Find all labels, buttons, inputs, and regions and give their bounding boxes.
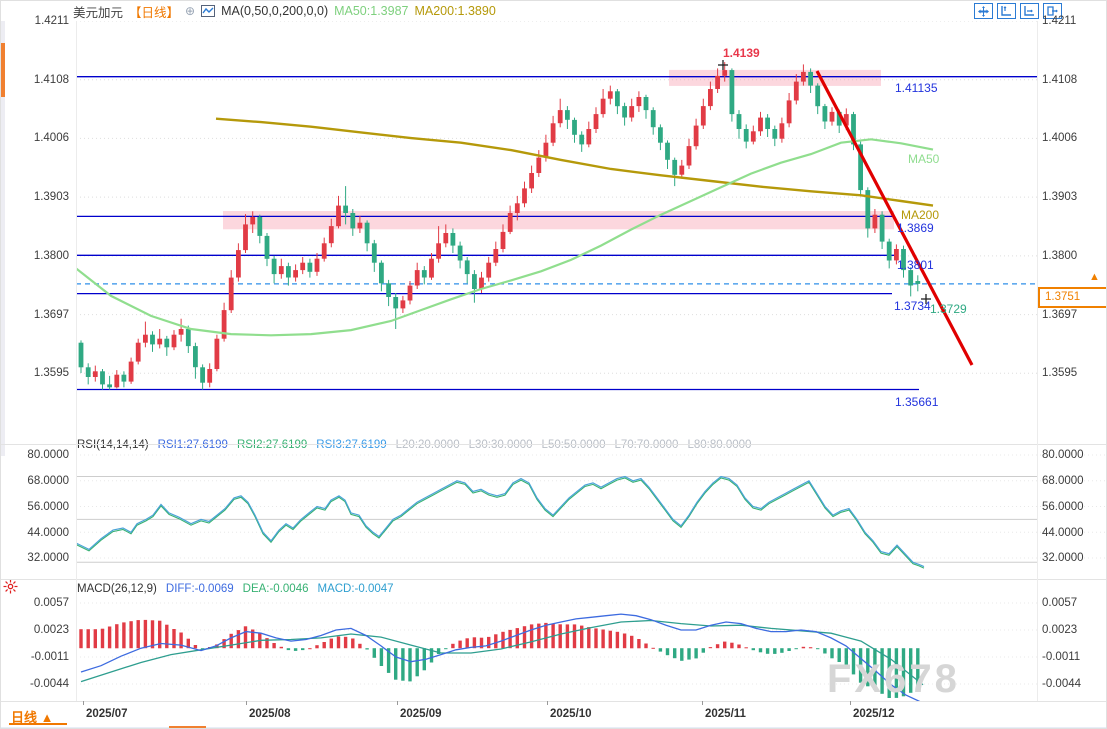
axis-tick-label: 56.0000 — [1042, 501, 1084, 513]
ma-settings-label: MA(0,50,0,200,0,0) — [221, 4, 328, 18]
x-axis-month-label: 2025/11 — [705, 708, 746, 720]
x-axis-month-label: 2025/09 — [400, 708, 442, 720]
axis-tick-label: 1.4108 — [1042, 74, 1077, 86]
axis-tick-label: 1.3697 — [1042, 309, 1077, 321]
support2-label: 1.3801 — [897, 258, 934, 272]
rsi-panel-canvas[interactable] — [76, 448, 1106, 578]
axis-tick-label: 1.3800 — [7, 250, 69, 262]
axis-tick-label: 0.0057 — [1042, 597, 1077, 609]
peak-price-label: 1.4139 — [723, 46, 760, 60]
axis-tick-label: 80.0000 — [7, 449, 69, 461]
chart-app: 美元加元 【日线】 ⊕ MA(0,50,0,200,0,0) MA50:1.39… — [0, 0, 1107, 729]
axis-tick-label: 1.4006 — [1042, 132, 1077, 144]
axis-tick-label: 80.0000 — [1042, 449, 1084, 461]
rsi-l20: L20:20.0000 — [396, 439, 460, 451]
macd-diff-value: DIFF:-0.0069 — [166, 583, 234, 595]
divider — [1, 701, 1107, 702]
x-axis-month-label: 2025/08 — [249, 708, 291, 720]
axis-tick-label: 1.3697 — [7, 309, 69, 321]
y-axis-zoom-icon[interactable] — [997, 3, 1016, 19]
axis-tick-label: -0.0011 — [1042, 651, 1080, 663]
left-scrollbar-thumb[interactable] — [1, 43, 5, 97]
chart-header: 美元加元 【日线】 ⊕ MA(0,50,0,200,0,0) MA50:1.39… — [73, 3, 496, 19]
timeframe-tab-underline — [9, 723, 67, 725]
axis-tick-label: 1.4211 — [7, 15, 69, 27]
divider — [1037, 21, 1038, 701]
macd-dea-value: DEA:-0.0046 — [243, 583, 309, 595]
support1-label: 1.3869 — [897, 221, 934, 235]
axis-tick-label: 68.0000 — [7, 475, 69, 487]
axis-tick-label: 56.0000 — [7, 501, 69, 513]
rsi1-value: RSI1:27.6199 — [158, 439, 228, 451]
watermark: FX678 — [827, 657, 960, 702]
x-axis-tick — [246, 701, 247, 705]
axis-tick-label: 1.3595 — [7, 367, 69, 379]
x-axis-month-label: 2025/10 — [550, 708, 592, 720]
divider — [1, 579, 1107, 580]
price-chart-canvas[interactable] — [76, 21, 1037, 445]
x-axis-tick — [397, 701, 398, 705]
rsi-l50: L50:50.0000 — [542, 439, 606, 451]
price-up-arrow-icon: ▲ — [1089, 271, 1100, 283]
divider — [76, 21, 77, 701]
support3-label: 1.3734 — [894, 299, 931, 313]
ma50-value: MA50:1.3987 — [334, 4, 408, 18]
axis-tick-label: -0.0011 — [7, 651, 69, 663]
x-axis-month-label: 2025/07 — [86, 708, 128, 720]
x-axis-tick — [547, 701, 548, 705]
axis-tick-label: 44.0000 — [7, 527, 69, 539]
x-axis-tick — [83, 701, 84, 705]
macd-settings-icon[interactable] — [3, 579, 18, 599]
rsi-l80: L80:80.0000 — [687, 439, 751, 451]
rsi3-value: RSI3:27.6199 — [316, 439, 386, 451]
ma200-value: MA200:1.3890 — [414, 4, 495, 18]
axis-tick-label: 1.3800 — [1042, 250, 1077, 262]
ma200-tag: MA200 — [901, 208, 939, 222]
symbol-title: 美元加元 — [73, 2, 123, 21]
divider — [1, 444, 1107, 445]
pan-icon[interactable] — [974, 3, 993, 19]
axis-tick-label: 1.3903 — [1042, 191, 1077, 203]
axis-tick-label: -0.0044 — [7, 678, 69, 690]
axis-tick-label: 1.3903 — [7, 191, 69, 203]
axis-tick-label: 68.0000 — [1042, 475, 1084, 487]
support4-label: 1.35661 — [895, 395, 938, 409]
rsi-l70: L70:70.0000 — [615, 439, 679, 451]
ma50-tag: MA50 — [908, 152, 939, 166]
indicator-icon[interactable] — [201, 5, 215, 17]
x-axis-month-label: 2025/12 — [853, 708, 895, 720]
axis-tick-label: 0.0023 — [7, 624, 69, 636]
macd-value: MACD:-0.0047 — [318, 583, 394, 595]
x-axis-tick — [850, 701, 851, 705]
axis-tick-label: 32.0000 — [1042, 552, 1084, 564]
x-axis-tick — [702, 701, 703, 705]
axis-tick-label: 1.3595 — [1042, 367, 1077, 379]
macd-title: MACD(26,12,9) — [77, 583, 157, 595]
axis-tick-label: 1.4211 — [1042, 15, 1076, 27]
axis-tick-label: 44.0000 — [1042, 527, 1084, 539]
axis-tick-label: -0.0044 — [1042, 678, 1081, 690]
axis-tick-label: 1.4108 — [7, 74, 69, 86]
axis-tick-label: 32.0000 — [7, 552, 69, 564]
rsi2-value: RSI2:27.6199 — [237, 439, 307, 451]
rsi-title: RSI(14,14,14) — [77, 439, 149, 451]
axis-tick-label: 1.4006 — [7, 132, 69, 144]
rsi-header: RSI(14,14,14) RSI1:27.6199 RSI2:27.6199 … — [77, 439, 751, 451]
x-axis-zoom-icon[interactable] — [1020, 3, 1039, 19]
resistance-label: 1.41135 — [895, 81, 938, 95]
rsi-l30: L30:30.0000 — [469, 439, 533, 451]
period-tag[interactable]: 【日线】 — [129, 2, 179, 21]
link-icon[interactable]: ⊕ — [185, 4, 195, 18]
current-price-box: 1.3751 — [1038, 287, 1107, 308]
session-low-label: 1.3729 — [930, 302, 967, 316]
macd-header: MACD(26,12,9) DIFF:-0.0069 DEA:-0.0046 M… — [77, 583, 394, 595]
axis-tick-label: 0.0023 — [1042, 624, 1077, 636]
